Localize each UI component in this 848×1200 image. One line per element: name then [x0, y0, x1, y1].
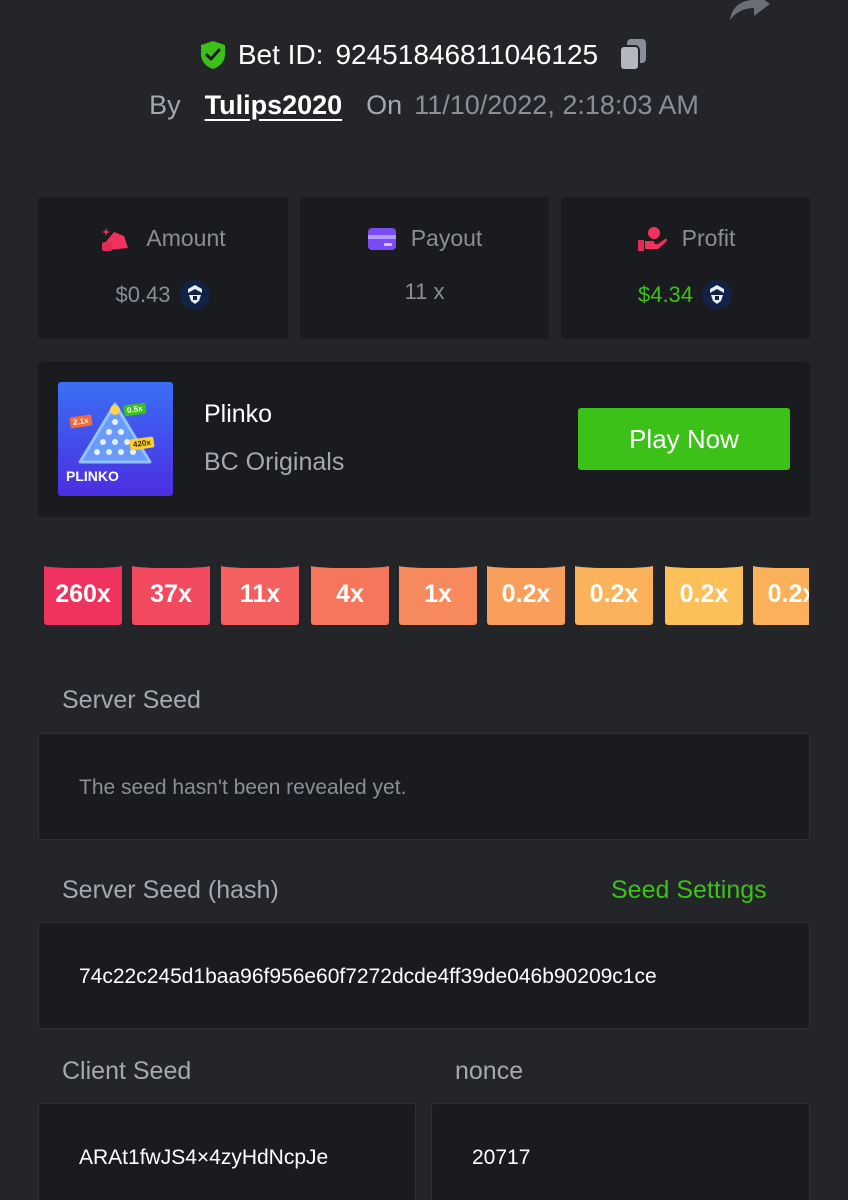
- bet-id-row: Bet ID: 92451846811046125: [0, 38, 848, 72]
- crypto-coin-icon: [179, 280, 210, 310]
- share-icon[interactable]: [726, 0, 770, 20]
- game-provider: BC Originals: [204, 448, 345, 476]
- multiplier-label: 0.2x: [589, 579, 639, 608]
- multiplier-label: 0.2x: [767, 579, 809, 608]
- bet-date: 11/10/2022, 2:18:03 AM: [414, 90, 699, 120]
- server-seed-hash-label: Server Seed (hash): [62, 876, 279, 904]
- username-link[interactable]: Tulips2020: [205, 90, 343, 121]
- shield-check-icon: [200, 41, 225, 69]
- multiplier-label: 0.2x: [679, 579, 729, 608]
- thumb-title: PLINKO: [66, 468, 119, 484]
- amount-value: $0.43: [115, 282, 171, 307]
- on-label: On: [366, 90, 403, 120]
- multiplier-label: 260x: [55, 579, 111, 608]
- client-seed-value: ARAt1fwJS4×4zyHdNcpJe: [79, 1146, 329, 1169]
- profit-hand-icon: [637, 226, 667, 251]
- profit-label: Profit: [681, 225, 736, 251]
- play-now-button[interactable]: Play Now: [578, 408, 790, 470]
- crypto-coin-icon: [702, 280, 733, 310]
- multiplier-chip: 0.2x: [487, 563, 565, 625]
- payout-card-icon: [367, 227, 396, 250]
- multiplier-chip: 11x: [221, 563, 299, 625]
- amount-label: Amount: [146, 225, 226, 251]
- multiplier-label: 0.2x: [501, 579, 551, 608]
- multiplier-label: 37x: [150, 579, 192, 608]
- amount-card: Amount $0.43: [38, 197, 288, 339]
- server-seed-field[interactable]: The seed hasn't been revealed yet.: [38, 733, 810, 840]
- bet-id-label: Bet ID:: [237, 39, 324, 70]
- bet-id-value: 92451846811046125: [335, 39, 599, 70]
- client-seed-label: Client Seed: [62, 1057, 192, 1085]
- server-seed-label: Server Seed: [62, 686, 201, 714]
- server-seed-hash-field[interactable]: 74c22c245d1baa96f956e60f7272dcde4ff39de0…: [38, 922, 810, 1029]
- payout-value: 11 x: [404, 279, 445, 304]
- plinko-thumbnail[interactable]: 2.1x 0.5x 420x PLINKO: [58, 382, 173, 496]
- game-name[interactable]: Plinko: [204, 400, 272, 429]
- multiplier-chip: 0.2x: [665, 563, 743, 625]
- multiplier-chip: 4x: [311, 563, 389, 625]
- multiplier-label: 4x: [336, 579, 364, 608]
- profit-card: Profit $4.34: [561, 197, 810, 339]
- game-card: 2.1x 0.5x 420x PLINKO Plinko BC Original…: [38, 362, 810, 517]
- multiplier-chip: 37x: [132, 563, 210, 625]
- multiplier-chip: 260x: [44, 563, 122, 625]
- multiplier-chip: 0.2x: [753, 563, 809, 625]
- multiplier-chip: 0.2x: [575, 563, 653, 625]
- multiplier-label: 11x: [239, 579, 281, 608]
- by-label: By: [149, 90, 181, 120]
- nonce-label: nonce: [455, 1057, 524, 1085]
- payout-label: Payout: [410, 225, 483, 251]
- nonce-field[interactable]: 20717: [431, 1103, 810, 1200]
- multiplier-chip: 1x: [399, 563, 477, 625]
- nonce-value: 20717: [472, 1146, 531, 1169]
- seed-settings-link[interactable]: Seed Settings: [611, 876, 767, 905]
- bet-meta-row: By Tulips2020 On 11/10/2022, 2:18:03 AM: [0, 90, 848, 121]
- profit-value: $4.34: [637, 282, 694, 307]
- amount-icon: [102, 227, 129, 251]
- copy-icon[interactable]: [618, 38, 648, 72]
- server-seed-value: The seed hasn't been revealed yet.: [79, 776, 407, 799]
- multiplier-row: 260x 37x 11x 4x 1x 0.2x 0.2x 0.2x 0.2x: [44, 563, 809, 625]
- multiplier-label: 1x: [424, 579, 452, 608]
- server-seed-hash-value: 74c22c245d1baa96f956e60f7272dcde4ff39de0…: [79, 965, 657, 988]
- payout-card: Payout 11 x: [300, 197, 549, 339]
- client-seed-field[interactable]: ARAt1fwJS4×4zyHdNcpJe: [38, 1103, 416, 1200]
